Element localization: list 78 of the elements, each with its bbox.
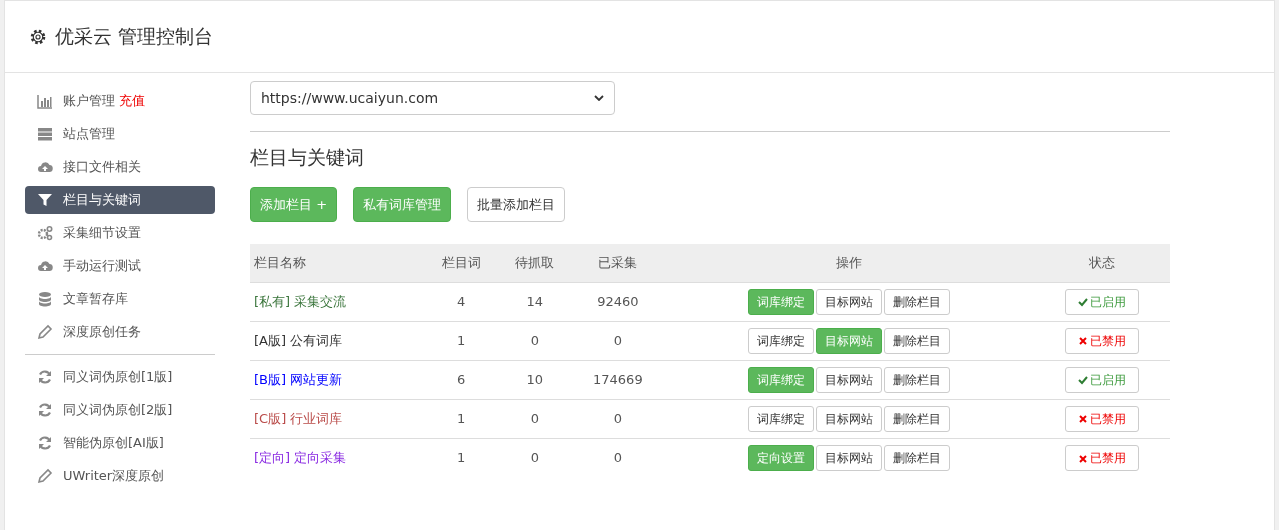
cross-icon [1077,414,1088,425]
settings-icon [29,27,47,46]
database-icon [37,291,53,307]
gears-icon [37,225,53,241]
row-action-button[interactable]: 目标网站 [815,445,882,472]
column-name-cell: [私有] 采集交流 [250,282,425,322]
caret-icon [594,95,604,101]
column-name-cell: [定向] 定向采集 [250,438,425,478]
row-action-button[interactable]: 目标网站 [815,288,882,315]
column-header: 栏目词 [424,244,498,283]
row-action-button[interactable]: 词库绑定 [747,327,814,354]
check-icon [1077,375,1088,386]
filter-icon [37,192,53,208]
recharge-link[interactable]: 充值 [119,93,146,109]
check-icon [1077,297,1088,308]
sidebar-item[interactable]: 文章暂存库 [25,285,215,313]
sidebar-item[interactable]: 手动运行测试 [25,252,215,280]
column-header: 已采集 [571,244,665,283]
cloud-upload-icon [37,159,53,175]
row-action-button[interactable]: 目标网站 [815,405,882,432]
row-action-button[interactable]: 删除栏目 [883,445,950,472]
status-button[interactable]: 已启用 [1064,366,1139,393]
server-icon [37,126,53,142]
status-button[interactable]: 已禁用 [1064,327,1139,354]
table-cell: 0 [498,321,572,361]
column-header: 待抓取 [498,244,572,283]
sidebar-item[interactable]: 同义词伪原创[1版] [25,363,215,391]
table-cell: 1 [424,438,498,478]
table-cell: 4 [424,282,498,322]
column-header: 栏目名称 [250,244,425,283]
column-name-cell: [B版] 网站更新 [250,360,425,400]
status-button[interactable]: 已启用 [1064,288,1139,315]
chart-icon [37,93,53,109]
table-cell: 6 [424,360,498,400]
column-name-cell: [A版] 公有词库 [250,321,425,361]
table-cell: 10 [498,360,572,400]
action-button[interactable]: 批量添加栏目 [467,186,566,223]
pencil-icon [37,468,53,484]
sidebar-item[interactable]: 深度原创任务 [25,318,215,346]
sidebar-item[interactable]: 账户管理 充值 [25,87,215,115]
cross-icon [1077,453,1088,464]
site-select[interactable]: https://www.ucaiyun.com [250,81,615,115]
cloud-upload-icon [37,258,53,274]
table-cell: 14 [498,282,572,322]
row-action-button[interactable]: 目标网站 [815,366,882,393]
row-action-button[interactable]: 删除栏目 [883,327,950,354]
column-name-cell: [C版] 行业词库 [250,399,425,439]
table-cell: 0 [498,399,572,439]
column-header: 状态 [1033,244,1170,283]
refresh-icon [37,369,53,385]
section-title: 栏目与关键词 [250,146,365,169]
sidebar-item[interactable]: UWriter深度原创 [25,462,215,490]
page-title: 优采云 管理控制台 [55,25,214,48]
sidebar-item[interactable]: 栏目与关键词 [25,186,215,214]
table-cell: 1 [424,321,498,361]
row-action-button[interactable]: 删除栏目 [883,366,950,393]
status-button[interactable]: 已禁用 [1064,405,1139,432]
sidebar-item[interactable]: 站点管理 [25,120,215,148]
table-cell: 0 [571,399,665,439]
refresh-icon [37,402,53,418]
sidebar-item[interactable]: 智能伪原创[AI版] [25,429,215,457]
sidebar-item[interactable]: 同义词伪原创[2版] [25,396,215,424]
table-cell: 1 [424,399,498,439]
table-cell: 174669 [571,360,665,400]
row-action-button[interactable]: 删除栏目 [883,405,950,432]
cross-icon [1077,336,1088,347]
pencil-icon [37,324,53,340]
row-action-button[interactable]: 词库绑定 [747,405,814,432]
table-cell: 0 [498,438,572,478]
row-action-button[interactable]: 删除栏目 [883,288,950,315]
table-cell: 0 [571,321,665,361]
refresh-icon [37,435,53,451]
table-cell: 0 [571,438,665,478]
status-button[interactable]: 已禁用 [1064,445,1139,472]
sidebar-item[interactable]: 采集细节设置 [25,219,215,247]
table-cell: 92460 [571,282,665,322]
sidebar-item[interactable]: 接口文件相关 [25,153,215,181]
column-header: 操作 [664,244,1034,283]
